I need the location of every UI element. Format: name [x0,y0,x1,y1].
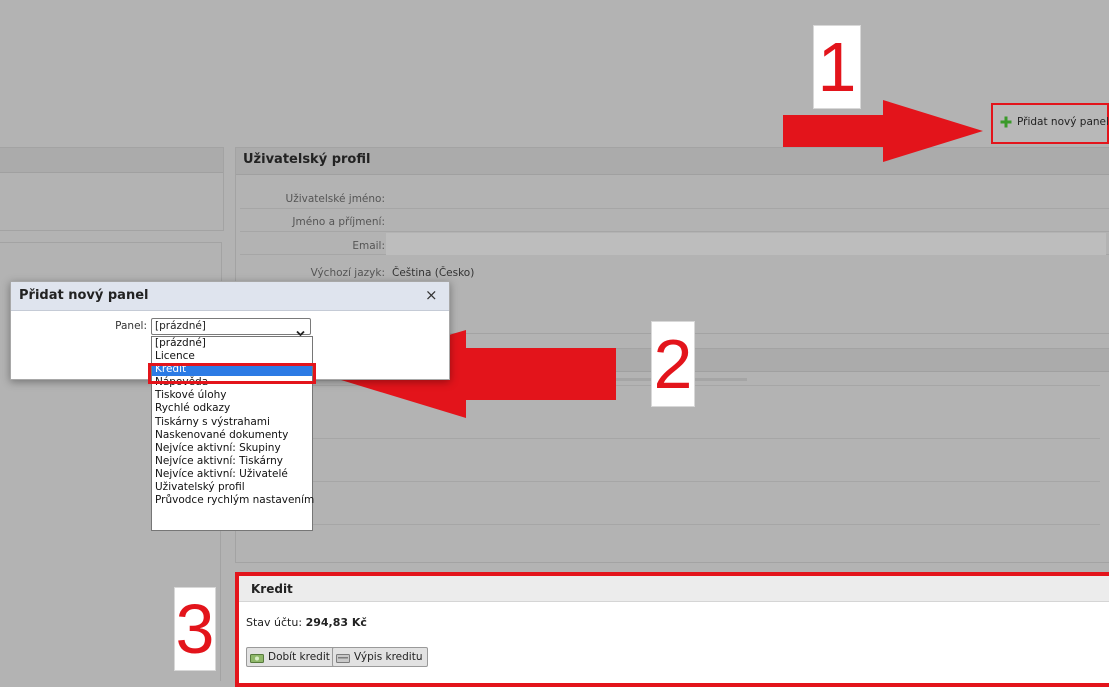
credit-panel [235,572,1109,687]
option-nejvice-aktivni-skupiny[interactable]: Nejvíce aktivní: Skupiny [152,442,312,455]
left-panel-top [0,147,224,231]
dialog-title: Přidat nový panel [19,288,149,303]
add-panel-button[interactable]: Přidat nový panel [1000,116,1109,128]
money-icon [250,652,264,663]
option-nejvice-aktivni-tiskarny[interactable]: Nejvíce aktivní: Tiskárny [152,455,312,468]
profile-row-label: Email: [352,240,385,252]
option-kredit-highlight [148,363,316,384]
credit-balance-label: Stav účtu: [246,616,303,629]
credit-statement-label: Výpis kreditu [354,651,423,663]
annotation-step-1: 1 [813,25,861,109]
topup-credit-button[interactable]: Dobít kredit [246,647,335,667]
option-pruvodce[interactable]: Průvodce rychlým nastavením [152,494,314,507]
option-licence[interactable]: Licence [152,350,312,363]
profile-panel-title: Uživatelský profil [243,152,371,167]
option-empty[interactable]: [prázdné] [152,337,312,350]
annotation-step-2: 2 [651,321,695,407]
dialog-header: Přidat nový panel × [11,282,449,311]
option-nejvice-aktivni-uzivatele[interactable]: Nejvíce aktivní: Uživatelé [152,468,312,481]
profile-row-label: Jméno a příjmení: [292,216,385,228]
option-rychle-odkazy[interactable]: Rychlé odkazy [152,402,312,415]
annotation-step-3: 3 [174,587,216,671]
add-panel-label: Přidat nový panel [1017,116,1109,128]
panel-select[interactable]: [prázdné] [151,318,311,337]
profile-row-label: Výchozí jazyk: [310,267,385,279]
profile-value-box [386,233,1106,255]
credit-balance-value: 294,83 Kč [305,616,367,629]
topup-credit-label: Dobít kredit [268,651,330,663]
profile-row-label: Uživatelské jméno: [285,193,385,205]
option-uzivatelsky-profil[interactable]: Uživatelský profil [152,481,312,494]
credit-panel-title: Kredit [251,582,293,596]
annotation-arrow-1 [783,100,983,162]
panel-select-value: [prázdné] [155,320,206,332]
profile-language-value: Čeština (Česko) [392,267,475,279]
option-naskenovane-dokumenty[interactable]: Naskenované dokumenty [152,429,312,442]
credit-statement-button[interactable]: Výpis kreditu [332,647,428,667]
option-tiskarny-s-vystrahami[interactable]: Tiskárny s výstrahami [152,416,312,429]
credit-panel-header [239,576,1109,602]
plus-icon [1000,116,1012,128]
option-tiskove-ulohy[interactable]: Tiskové úlohy [152,389,312,402]
panel-select-label: Panel: [115,320,147,332]
close-icon[interactable]: × [425,286,438,304]
card-icon [336,652,350,663]
credit-balance: Stav účtu: 294,83 Kč [246,616,367,629]
